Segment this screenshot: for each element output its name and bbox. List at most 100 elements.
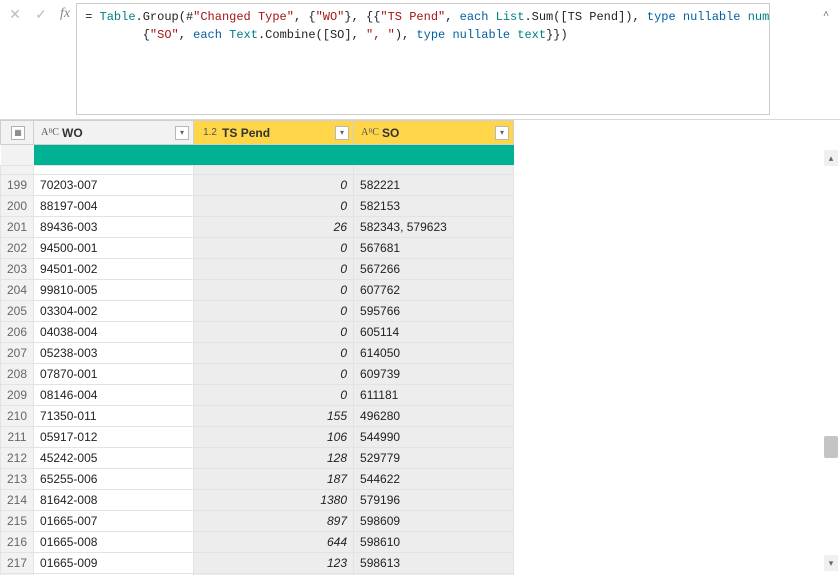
- column-filter-button[interactable]: ▾: [175, 126, 189, 140]
- cell-ts-pend[interactable]: 0: [194, 301, 354, 322]
- cell-ts-pend[interactable]: 26: [194, 217, 354, 238]
- formula-accept-button[interactable]: ✓: [30, 4, 52, 24]
- cell-ts-pend[interactable]: 0: [194, 175, 354, 196]
- cell-so[interactable]: 598610: [354, 532, 514, 553]
- cell-ts-pend[interactable]: 106: [194, 427, 354, 448]
- table-row[interactable]: 21105917-012106544990: [1, 427, 514, 448]
- cell-ts-pend[interactable]: 1380: [194, 490, 354, 511]
- cell-wo[interactable]: 05238-003: [34, 343, 194, 364]
- formula-input[interactable]: = Table.Group(#"Changed Type", {"WO"}, {…: [76, 3, 770, 115]
- cell-so[interactable]: 496280: [354, 406, 514, 427]
- cell-ts-pend[interactable]: 644: [194, 532, 354, 553]
- cell-so[interactable]: 605114: [354, 322, 514, 343]
- cell-ts-pend[interactable]: 0: [194, 364, 354, 385]
- cell-wo[interactable]: 71350-011: [34, 406, 194, 427]
- formula-collapse-button[interactable]: ˄: [818, 6, 834, 22]
- cell-so[interactable]: 579196: [354, 490, 514, 511]
- table-row[interactable]: 20908146-0040611181: [1, 385, 514, 406]
- table-row[interactable]: 21071350-011155496280: [1, 406, 514, 427]
- table-row[interactable]: 20394501-0020567266: [1, 259, 514, 280]
- type-text-icon: AᴮC: [360, 124, 380, 142]
- data-grid[interactable]: ▦ AᴮC WO ▾ 1.2 TS Pend: [0, 120, 514, 575]
- cell-ts-pend[interactable]: 0: [194, 343, 354, 364]
- cell-wo[interactable]: 70203-007: [34, 175, 194, 196]
- table-row[interactable]: 20503304-0020595766: [1, 301, 514, 322]
- table-row[interactable]: 20807870-0010609739: [1, 364, 514, 385]
- scroll-down-button[interactable]: ▾: [824, 555, 838, 571]
- formula-cancel-button[interactable]: ✕: [4, 4, 26, 24]
- table-row[interactable]: 21365255-006187544622: [1, 469, 514, 490]
- row-selector-header[interactable]: ▦: [1, 121, 34, 145]
- row-index: 206: [1, 322, 34, 343]
- cell-wo[interactable]: 08146-004: [34, 385, 194, 406]
- cell-wo[interactable]: 03304-002: [34, 301, 194, 322]
- row-index: 207: [1, 343, 34, 364]
- table-row[interactable]: 20705238-0030614050: [1, 343, 514, 364]
- table-row[interactable]: 20189436-00326582343, 579623: [1, 217, 514, 238]
- cell-wo[interactable]: 99810-005: [34, 280, 194, 301]
- cell-wo[interactable]: 01665-007: [34, 511, 194, 532]
- scroll-thumb[interactable]: [824, 436, 838, 458]
- cell-ts-pend[interactable]: 123: [194, 553, 354, 574]
- row-index: 211: [1, 427, 34, 448]
- cell-so[interactable]: 582221: [354, 175, 514, 196]
- column-header-wo[interactable]: AᴮC WO ▾: [34, 121, 194, 145]
- table-row[interactable]: 20604038-0040605114: [1, 322, 514, 343]
- column-header-ts-pend[interactable]: 1.2 TS Pend ▾: [194, 121, 354, 145]
- table-row[interactable]: 21481642-0081380579196: [1, 490, 514, 511]
- cell-ts-pend[interactable]: 0: [194, 238, 354, 259]
- table-row[interactable]: 20294500-0010567681: [1, 238, 514, 259]
- cell-wo[interactable]: 94500-001: [34, 238, 194, 259]
- cell-wo[interactable]: 01665-009: [34, 553, 194, 574]
- row-index: 204: [1, 280, 34, 301]
- cell-so[interactable]: 611181: [354, 385, 514, 406]
- cell-so[interactable]: 582343, 579623: [354, 217, 514, 238]
- row-index: 217: [1, 553, 34, 574]
- cell-wo[interactable]: 89436-003: [34, 217, 194, 238]
- cell-wo[interactable]: 65255-006: [34, 469, 194, 490]
- cell-so[interactable]: 607762: [354, 280, 514, 301]
- cell-so[interactable]: 529779: [354, 448, 514, 469]
- cell-so[interactable]: 598613: [354, 553, 514, 574]
- table-row[interactable]: 21701665-009123598613: [1, 553, 514, 574]
- cell-so[interactable]: 598609: [354, 511, 514, 532]
- cell-wo[interactable]: 45242-005: [34, 448, 194, 469]
- cell-ts-pend[interactable]: 897: [194, 511, 354, 532]
- table-row[interactable]: 21601665-008644598610: [1, 532, 514, 553]
- cell-ts-pend[interactable]: 128: [194, 448, 354, 469]
- type-number-icon: 1.2: [200, 124, 220, 142]
- table-row[interactable]: 21501665-007897598609: [1, 511, 514, 532]
- column-filter-button[interactable]: ▾: [335, 126, 349, 140]
- cell-wo[interactable]: 07870-001: [34, 364, 194, 385]
- table-row[interactable]: 20088197-0040582153: [1, 196, 514, 217]
- table-row[interactable]: 21245242-005128529779: [1, 448, 514, 469]
- table-row[interactable]: 20499810-0050607762: [1, 280, 514, 301]
- table-row[interactable]: 19970203-0070582221: [1, 175, 514, 196]
- scroll-up-button[interactable]: ▴: [824, 150, 838, 166]
- cell-ts-pend[interactable]: 0: [194, 385, 354, 406]
- cell-so[interactable]: 582153: [354, 196, 514, 217]
- cell-so[interactable]: 567681: [354, 238, 514, 259]
- cell-so[interactable]: 567266: [354, 259, 514, 280]
- cell-wo[interactable]: 01665-008: [34, 532, 194, 553]
- cell-wo[interactable]: 04038-004: [34, 322, 194, 343]
- cell-ts-pend[interactable]: 155: [194, 406, 354, 427]
- column-filter-button[interactable]: ▾: [495, 126, 509, 140]
- cell-wo[interactable]: 81642-008: [34, 490, 194, 511]
- cell-wo[interactable]: 05917-012: [34, 427, 194, 448]
- cell-wo[interactable]: 88197-004: [34, 196, 194, 217]
- cell-ts-pend[interactable]: 0: [194, 259, 354, 280]
- cell-so[interactable]: 544622: [354, 469, 514, 490]
- cell-ts-pend[interactable]: 0: [194, 322, 354, 343]
- cell-ts-pend[interactable]: 0: [194, 196, 354, 217]
- cell-so[interactable]: 595766: [354, 301, 514, 322]
- cell-wo[interactable]: 94501-002: [34, 259, 194, 280]
- column-header-so[interactable]: AᴮC SO ▾: [354, 121, 514, 145]
- cell-so[interactable]: 544990: [354, 427, 514, 448]
- cell-so[interactable]: 609739: [354, 364, 514, 385]
- column-label: TS Pend: [222, 126, 335, 140]
- table-icon: ▦: [11, 126, 25, 140]
- cell-so[interactable]: 614050: [354, 343, 514, 364]
- cell-ts-pend[interactable]: 0: [194, 280, 354, 301]
- cell-ts-pend[interactable]: 187: [194, 469, 354, 490]
